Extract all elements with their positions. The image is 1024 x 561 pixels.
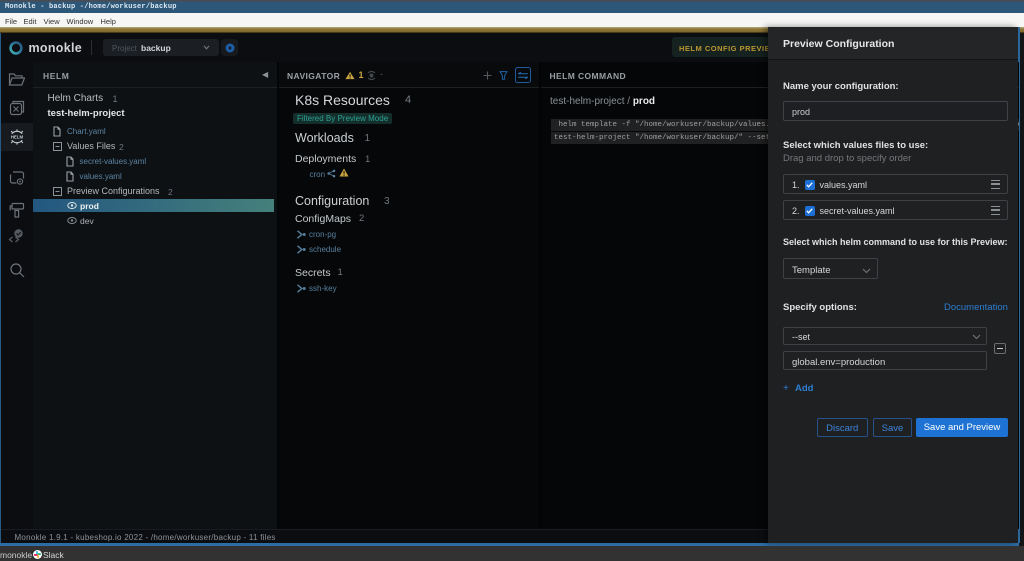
svg-text:HELM: HELM [11,135,24,140]
